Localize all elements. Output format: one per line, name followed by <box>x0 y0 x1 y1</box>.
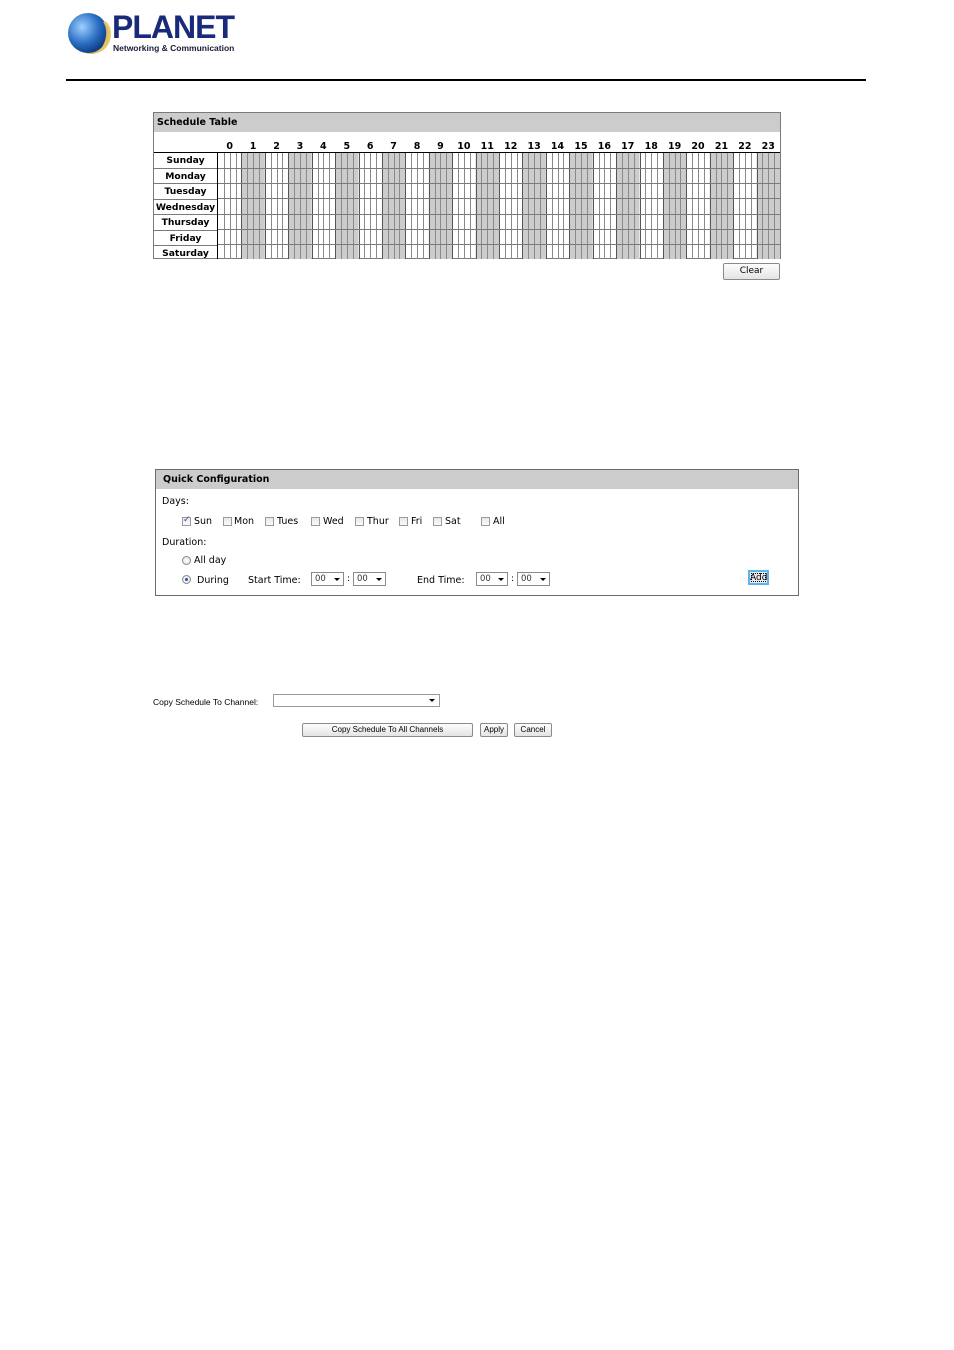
cancel-button[interactable]: Cancel <box>514 723 552 737</box>
hour-label: 20 <box>691 141 705 152</box>
hour-header-row: 0 1 2 3 4 5 6 7 8 9 10 11 12 13 14 15 16 17 18 19 20 21 22 23 <box>218 141 780 152</box>
schedule-table: Schedule Table 0 1 2 3 4 5 6 7 8 9 10 11 12 13 14 15 16 1… <box>153 112 781 259</box>
hour-label: 6 <box>366 141 374 152</box>
chevron-down-icon <box>334 578 340 581</box>
day-checkbox-label: Wed <box>323 516 344 527</box>
hour-label: 15 <box>574 141 588 152</box>
schedule-table-title: Schedule Table <box>154 113 780 132</box>
day-label: Wednesday <box>154 200 217 215</box>
during-label: During <box>197 575 229 586</box>
hour-label: 11 <box>480 141 494 152</box>
day-label: Friday <box>154 231 217 246</box>
day-checkbox-label: Fri <box>411 516 423 527</box>
quick-configuration-title: Quick Configuration <box>156 470 798 489</box>
day-checkbox-label: All <box>493 516 505 527</box>
day-label: Monday <box>154 169 217 184</box>
end-time-label: End Time: <box>417 575 465 586</box>
day-checkbox-fri[interactable] <box>399 517 408 526</box>
start-colon: : <box>347 574 351 584</box>
day-checkbox-wed[interactable] <box>311 517 320 526</box>
start-hour-select[interactable]: 00 <box>311 572 344 586</box>
globe-logo-icon <box>68 13 108 53</box>
brand-name: PLANET <box>112 9 235 45</box>
hour-label: 8 <box>413 141 421 152</box>
hour-label: 7 <box>390 141 397 152</box>
day-checkbox-label: Sat <box>445 516 461 527</box>
chevron-down-icon <box>376 578 382 581</box>
day-checkbox-tues[interactable] <box>265 517 274 526</box>
end-hour-value: 00 <box>480 574 491 584</box>
day-checkbox-label: Thur <box>367 516 389 527</box>
day-label: Saturday <box>162 248 209 259</box>
day-label: Thursday <box>154 215 217 231</box>
end-colon: : <box>511 574 515 584</box>
brand-tagline: Networking & Communication <box>113 43 235 53</box>
end-minute-value: 00 <box>521 574 532 584</box>
day-label: Sunday <box>154 153 217 169</box>
hour-label: 22 <box>738 141 752 152</box>
start-hour-value: 00 <box>315 574 326 584</box>
day-checkbox-label: Tues <box>277 516 299 527</box>
during-radio[interactable] <box>182 575 191 584</box>
end-minute-select[interactable]: 00 <box>517 572 550 586</box>
chevron-down-icon <box>429 699 435 702</box>
hour-label: 13 <box>527 141 541 152</box>
day-checkbox-all[interactable] <box>481 517 490 526</box>
day-checkbox-sat[interactable] <box>433 517 442 526</box>
hour-label: 5 <box>343 141 351 152</box>
hour-label: 19 <box>667 141 682 152</box>
header-divider <box>66 79 866 81</box>
hour-label: 0 <box>226 141 233 152</box>
start-minute-select[interactable]: 00 <box>353 572 386 586</box>
day-label: Tuesday <box>154 184 217 200</box>
all-day-radio[interactable] <box>182 556 191 565</box>
chevron-down-icon <box>540 578 546 581</box>
hour-label: 23 <box>761 141 775 152</box>
hour-label: 10 <box>457 141 471 152</box>
hour-label: 9 <box>437 141 444 152</box>
day-checkbox-sun[interactable] <box>182 515 191 526</box>
quick-configuration-panel: Quick Configuration Days: Sun Mon Tues Wed T… <box>155 469 799 596</box>
hour-label: 18 <box>644 141 658 152</box>
hour-label: 4 <box>320 141 327 152</box>
day-checkbox-thur[interactable] <box>355 517 364 526</box>
copy-channel-select[interactable] <box>273 694 440 707</box>
days-label: Days: <box>162 496 189 507</box>
hour-label: 21 <box>714 141 729 152</box>
copy-all-channels-button[interactable]: Copy Schedule To All Channels <box>302 723 473 737</box>
day-checkbox-mon[interactable] <box>223 517 232 526</box>
start-time-label: Start Time: <box>248 575 301 586</box>
day-labels: Sunday Monday Tuesday Wednesday Thursday Frid… <box>154 153 217 262</box>
day-checkbox-label: Sun <box>194 516 213 527</box>
add-button[interactable]: Add <box>748 570 769 585</box>
start-minute-value: 00 <box>357 574 368 584</box>
chevron-down-icon <box>498 578 504 581</box>
day-checkbox-label: Mon <box>234 516 255 527</box>
all-day-label: All day <box>194 555 227 566</box>
hour-label: 14 <box>550 141 565 152</box>
duration-label: Duration: <box>162 537 207 548</box>
end-hour-select[interactable]: 00 <box>476 572 508 586</box>
schedule-grid[interactable] <box>217 153 780 259</box>
schedule-grid-canvas[interactable] <box>218 153 780 259</box>
hour-label: 3 <box>296 141 304 152</box>
apply-button[interactable]: Apply <box>480 723 508 737</box>
hour-label: 12 <box>504 141 518 152</box>
hour-label: 2 <box>273 141 280 152</box>
hour-label: 17 <box>621 141 635 152</box>
planet-logo: PLANET Networking & Communication <box>68 10 235 54</box>
copy-schedule-label: Copy Schedule To Channel: <box>153 697 259 707</box>
hour-label: 16 <box>597 141 611 152</box>
clear-button[interactable]: Clear <box>723 263 780 280</box>
hour-label: 1 <box>249 141 257 152</box>
